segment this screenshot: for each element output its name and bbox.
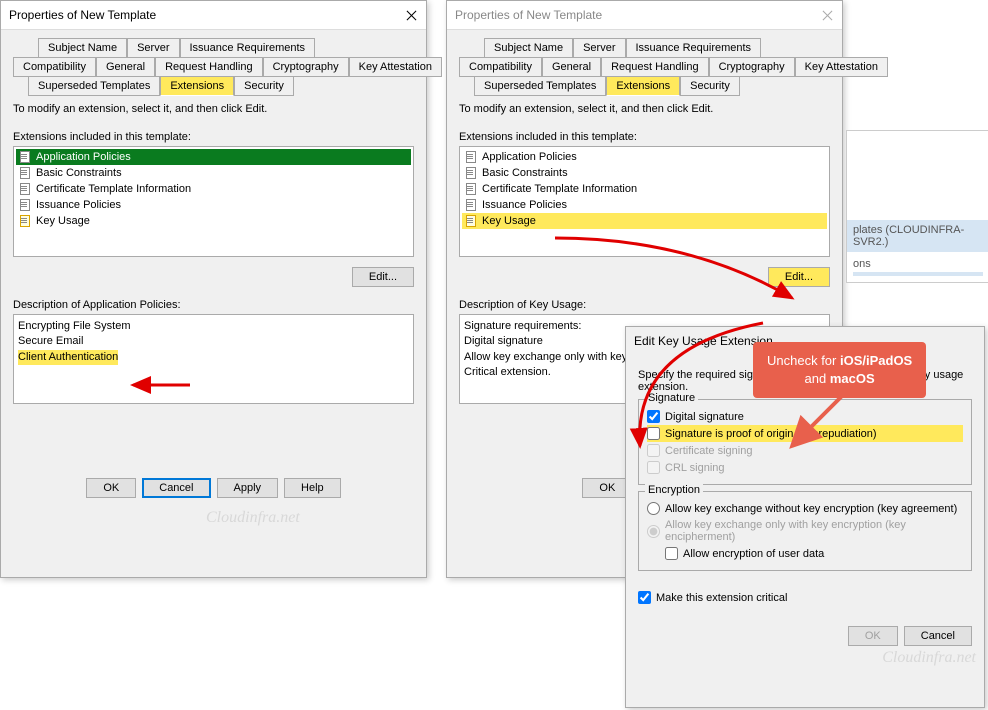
ok-button[interactable]: OK	[848, 626, 898, 646]
ck-nonrepudiation[interactable]: Signature is proof of origin (nonrepudia…	[647, 425, 963, 442]
cert-icon	[464, 198, 478, 212]
cert-icon	[464, 214, 478, 228]
ck-cert-signing: Certificate signing	[647, 442, 963, 459]
item-app-policies[interactable]: Application Policies	[462, 149, 827, 165]
cancel-button[interactable]: Cancel	[904, 626, 972, 646]
desc-client-auth: Client Authentication	[18, 350, 118, 365]
help-text: To modify an extension, select it, and t…	[459, 103, 830, 115]
cert-icon	[18, 214, 32, 228]
group-encryption: Encryption Allow key exchange without ke…	[638, 491, 972, 571]
cert-icon	[464, 182, 478, 196]
tab-extensions[interactable]: Extensions	[606, 76, 680, 96]
help-text: To modify an extension, select it, and t…	[13, 103, 414, 115]
apply-button[interactable]: Apply	[217, 478, 279, 498]
item-app-policies[interactable]: Application Policies	[16, 149, 411, 165]
tab-crypto[interactable]: Cryptography	[263, 57, 349, 77]
tab-extensions[interactable]: Extensions	[160, 76, 234, 96]
tab-general[interactable]: General	[542, 57, 601, 77]
tab-request[interactable]: Request Handling	[601, 57, 708, 77]
watermark: Cloudinfra.net	[206, 509, 300, 527]
list-label: Extensions included in this template:	[459, 131, 830, 143]
group-signature: Signature Digital signature Signature is…	[638, 399, 972, 485]
close-icon[interactable]	[405, 9, 418, 22]
rd-key-agreement[interactable]: Allow key exchange without key encryptio…	[647, 500, 963, 517]
tab-security[interactable]: Security	[680, 76, 740, 96]
desc-box: Encrypting File System Secure Email Clie…	[13, 314, 414, 404]
callout: Uncheck for iOS/iPadOSand macOS	[753, 342, 926, 398]
item-basic-constraints[interactable]: Basic Constraints	[462, 165, 827, 181]
tab-security[interactable]: Security	[234, 76, 294, 96]
cancel-button[interactable]: Cancel	[142, 478, 210, 498]
tab-superseded[interactable]: Superseded Templates	[28, 76, 160, 96]
panel-header: plates (CLOUDINFRA-SVR2.)	[847, 220, 988, 252]
item-issuance-policies[interactable]: Issuance Policies	[16, 197, 411, 213]
cert-icon	[464, 150, 478, 164]
extensions-list[interactable]: Application Policies Basic Constraints C…	[459, 146, 830, 257]
cert-icon	[18, 166, 32, 180]
panel-row[interactable]	[853, 272, 983, 276]
edit-button[interactable]: Edit...	[768, 267, 830, 287]
tab-subject-name[interactable]: Subject Name	[484, 38, 573, 58]
ck-crl-signing: CRL signing	[647, 459, 963, 476]
close-icon[interactable]	[821, 9, 834, 22]
tab-issuance-req[interactable]: Issuance Requirements	[626, 38, 762, 58]
item-key-usage[interactable]: Key Usage	[462, 213, 827, 229]
ck-enc-user-data[interactable]: Allow encryption of user data	[665, 545, 963, 562]
tab-server[interactable]: Server	[573, 38, 625, 58]
cert-icon	[18, 198, 32, 212]
ok-button[interactable]: OK	[86, 478, 136, 498]
item-cert-info[interactable]: Certificate Template Information	[462, 181, 827, 197]
tab-request[interactable]: Request Handling	[155, 57, 262, 77]
tab-key-att[interactable]: Key Attestation	[795, 57, 888, 77]
edit-button[interactable]: Edit...	[352, 267, 414, 287]
tab-crypto[interactable]: Cryptography	[709, 57, 795, 77]
cert-icon	[18, 150, 32, 164]
group-label: Signature	[645, 392, 698, 404]
tab-superseded[interactable]: Superseded Templates	[474, 76, 606, 96]
cert-icon	[464, 166, 478, 180]
tab-key-att[interactable]: Key Attestation	[349, 57, 442, 77]
item-key-usage[interactable]: Key Usage	[16, 213, 411, 229]
tab-strip: Subject Name Server Issuance Requirement…	[459, 38, 830, 96]
desc-label: Description of Key Usage:	[459, 299, 830, 311]
templates-panel: plates (CLOUDINFRA-SVR2.) ons	[846, 130, 988, 283]
titlebar: Properties of New Template	[447, 1, 842, 30]
title: Properties of New Template	[455, 8, 821, 22]
ck-make-critical[interactable]: Make this extension critical	[638, 589, 972, 606]
rd-key-encipherment: Allow key exchange only with key encrypt…	[647, 517, 963, 545]
dialog-app-policies: Properties of New Template Subject Name …	[0, 0, 427, 578]
desc-label: Description of Application Policies:	[13, 299, 414, 311]
tab-issuance-req[interactable]: Issuance Requirements	[180, 38, 316, 58]
extensions-list[interactable]: Application Policies Basic Constraints C…	[13, 146, 414, 257]
item-cert-info[interactable]: Certificate Template Information	[16, 181, 411, 197]
help-button[interactable]: Help	[284, 478, 341, 498]
titlebar: Properties of New Template	[1, 1, 426, 30]
cert-icon	[18, 182, 32, 196]
item-basic-constraints[interactable]: Basic Constraints	[16, 165, 411, 181]
tab-general[interactable]: General	[96, 57, 155, 77]
item-issuance-policies[interactable]: Issuance Policies	[462, 197, 827, 213]
tab-compat[interactable]: Compatibility	[13, 57, 96, 77]
tab-compat[interactable]: Compatibility	[459, 57, 542, 77]
ck-digital-sig[interactable]: Digital signature	[647, 408, 963, 425]
group-label: Encryption	[645, 484, 703, 496]
list-label: Extensions included in this template:	[13, 131, 414, 143]
tab-subject-name[interactable]: Subject Name	[38, 38, 127, 58]
tab-strip: Subject Name Server Issuance Requirement…	[13, 38, 414, 96]
title: Properties of New Template	[9, 8, 405, 22]
tab-server[interactable]: Server	[127, 38, 179, 58]
panel-row[interactable]: ons	[853, 256, 983, 272]
